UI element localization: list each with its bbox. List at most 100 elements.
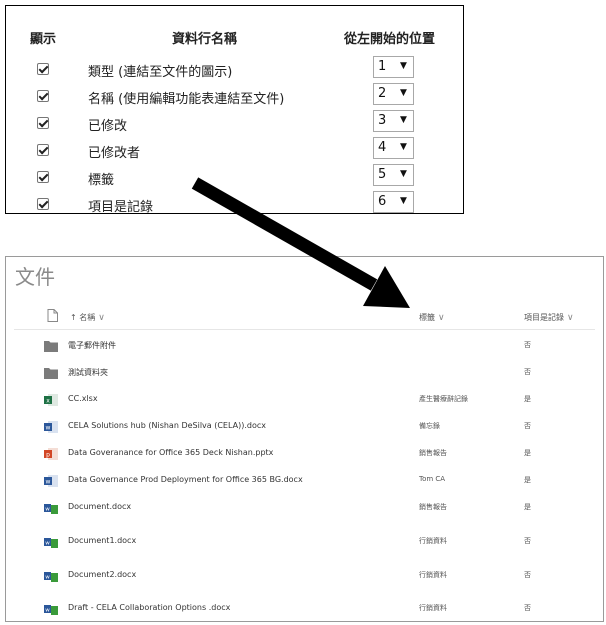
- column-label: 項目是記錄: [88, 200, 154, 214]
- position-value: 6: [378, 194, 387, 209]
- file-row[interactable]: w Draft - CELA Collaboration Options .do…: [6, 603, 603, 621]
- file-name[interactable]: CC.xlsx: [68, 394, 98, 403]
- file-record: 否: [524, 537, 531, 545]
- svg-text:w: w: [45, 541, 50, 547]
- file-name[interactable]: CELA Solutions hub (Nishan DeSilva (CELA…: [68, 421, 266, 430]
- file-record: 否: [524, 368, 531, 376]
- file-record: 否: [524, 341, 531, 349]
- file-row[interactable]: w Document.docx 銷售報告 是: [6, 502, 603, 522]
- file-record: 否: [524, 604, 531, 612]
- position-value: 3: [378, 113, 387, 128]
- file-tag: 備忘錄: [419, 422, 440, 430]
- chevron-down-icon: ▼: [400, 169, 407, 179]
- position-value: 1: [378, 59, 387, 74]
- svg-text:x: x: [46, 398, 50, 405]
- chevron-down-icon: ▼: [400, 115, 407, 125]
- file-tag: 行銷資料: [419, 604, 447, 612]
- position-select[interactable]: 4 ▼: [373, 137, 414, 159]
- chevron-down-icon: ∨: [438, 313, 445, 323]
- file-name[interactable]: Document.docx: [68, 502, 131, 511]
- chevron-down-icon: ∨: [567, 313, 574, 323]
- chevron-down-icon: ▼: [400, 142, 407, 152]
- word-icon: w: [44, 475, 58, 487]
- file-type-icon[interactable]: [47, 309, 58, 322]
- header-position: 從左開始的位置: [344, 32, 436, 47]
- column-label: 標籤: [88, 173, 115, 188]
- library-title: 文件: [15, 265, 55, 289]
- position-select[interactable]: 2 ▼: [373, 83, 414, 105]
- file-record: 是: [524, 449, 531, 457]
- column-header-record[interactable]: 項目是記錄 ∨: [524, 312, 574, 323]
- file-row[interactable]: w Data Governance Prod Deployment for Of…: [6, 475, 603, 495]
- file-name[interactable]: 電子郵件附件: [68, 340, 116, 351]
- header-column-name: 資料行名稱: [172, 32, 238, 47]
- position-select[interactable]: 1 ▼: [373, 56, 414, 78]
- column-header-name[interactable]: ↑ 名稱 ∨: [70, 312, 105, 323]
- position-select[interactable]: 6 ▼: [373, 191, 414, 213]
- file-row[interactable]: w CELA Solutions hub (Nishan DeSilva (CE…: [6, 421, 603, 441]
- file-name[interactable]: Data Governance Prod Deployment for Offi…: [68, 475, 303, 484]
- file-record: 是: [524, 476, 531, 484]
- file-row[interactable]: w Document1.docx 行銷資料 否: [6, 536, 603, 556]
- settings-row: 項目是記錄 6 ▼: [6, 191, 463, 214]
- svg-text:w: w: [45, 608, 50, 614]
- chevron-down-icon: ▼: [400, 88, 407, 98]
- word-icon: w: [44, 421, 58, 433]
- show-checkbox[interactable]: [37, 90, 49, 102]
- position-value: 5: [378, 167, 387, 182]
- file-tag: 產生醫療辭記錄: [419, 395, 468, 403]
- column-settings-panel: 顯示 資料行名稱 從左開始的位置 類型 (連結至文件的圖示) 1 ▼ 名稱 (使用…: [5, 5, 464, 214]
- show-checkbox[interactable]: [37, 63, 49, 75]
- excel-icon: x: [44, 394, 58, 406]
- position-select[interactable]: 3 ▼: [373, 110, 414, 132]
- svg-text:w: w: [45, 575, 50, 581]
- chevron-down-icon: ▼: [400, 196, 407, 206]
- column-label: 類型 (連結至文件的圖示): [88, 65, 233, 80]
- file-record: 是: [524, 503, 531, 511]
- position-value: 4: [378, 140, 387, 155]
- column-header-tags[interactable]: 標籤 ∨: [419, 312, 445, 323]
- column-label: 已修改者: [88, 146, 141, 161]
- file-tag: 行銷資料: [419, 537, 447, 545]
- file-name[interactable]: 測試資料夾: [68, 367, 108, 378]
- word-doc-icon: w: [44, 538, 58, 548]
- file-row[interactable]: 測試資料夾 否: [6, 367, 603, 387]
- file-row[interactable]: 電子郵件附件 否: [6, 340, 603, 360]
- svg-text:w: w: [45, 507, 50, 513]
- svg-text:w: w: [46, 425, 51, 432]
- column-label: 名稱 (使用編輯功能表連結至文件): [88, 92, 285, 107]
- position-select[interactable]: 5 ▼: [373, 164, 414, 186]
- show-checkbox[interactable]: [37, 198, 49, 210]
- header-show: 顯示: [30, 32, 57, 47]
- folder-icon: [44, 341, 58, 352]
- file-record: 否: [524, 571, 531, 579]
- file-row[interactable]: x CC.xlsx 產生醫療辭記錄 是: [6, 394, 603, 414]
- file-tag: 銷售報告: [419, 503, 447, 511]
- file-name[interactable]: Draft - CELA Collaboration Options .docx: [68, 603, 230, 612]
- show-checkbox[interactable]: [37, 171, 49, 183]
- file-name[interactable]: Document1.docx: [68, 536, 136, 545]
- file-record: 否: [524, 422, 531, 430]
- show-checkbox[interactable]: [37, 117, 49, 129]
- powerpoint-icon: p: [44, 448, 58, 460]
- file-row[interactable]: w Document2.docx 行銷資料 否: [6, 570, 603, 590]
- file-name[interactable]: Document2.docx: [68, 570, 136, 579]
- column-label: 已修改: [88, 119, 128, 134]
- folder-icon: [44, 368, 58, 379]
- document-library-panel: 文件 ↑ 名稱 ∨ 標籤 ∨ 項目是記錄 ∨ 電子郵件附件 否 測試資料夾 否 x C…: [5, 256, 604, 622]
- file-tag: Tom CA: [419, 475, 446, 483]
- word-doc-icon: w: [44, 605, 58, 615]
- file-row[interactable]: p Data Goveranance for Office 365 Deck N…: [6, 448, 603, 468]
- header-divider: [14, 329, 595, 330]
- word-doc-icon: w: [44, 572, 58, 582]
- file-record: 是: [524, 395, 531, 403]
- show-checkbox[interactable]: [37, 144, 49, 156]
- chevron-down-icon: ∨: [98, 313, 105, 323]
- file-name[interactable]: Data Goveranance for Office 365 Deck Nis…: [68, 448, 273, 457]
- chevron-down-icon: ▼: [400, 61, 407, 71]
- record-header-label: 項目是記錄: [524, 313, 564, 322]
- svg-text:w: w: [46, 479, 51, 486]
- file-tag: 行銷資料: [419, 571, 447, 579]
- tags-header-label: 標籤: [419, 313, 435, 322]
- word-doc-icon: w: [44, 504, 58, 514]
